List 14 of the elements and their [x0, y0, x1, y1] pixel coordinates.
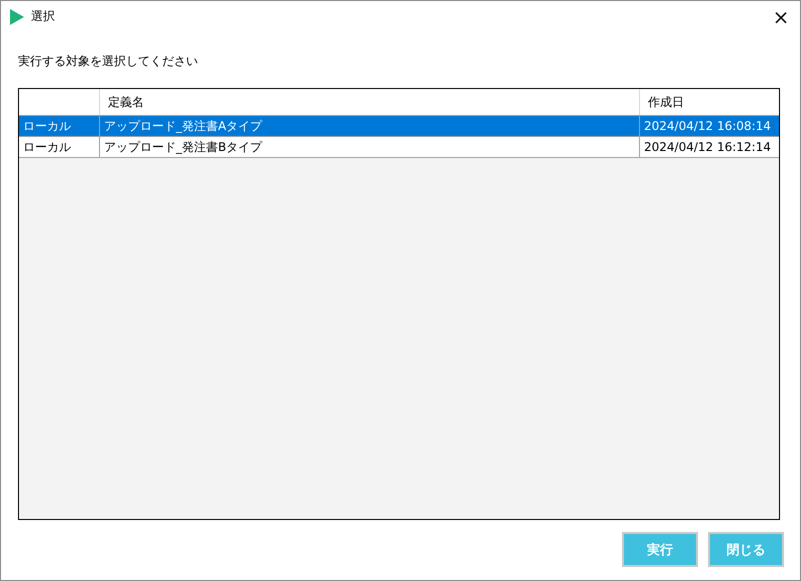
instruction-text: 実行する対象を選択してください [18, 53, 198, 69]
table-cell: 2024/04/12 16:12:14 [639, 137, 779, 157]
play-icon [10, 8, 24, 24]
table-cell-text: ローカル [22, 138, 72, 156]
close-button[interactable]: × [766, 2, 796, 32]
column-header[interactable]: 定義名 [99, 89, 639, 115]
window-title: 選択 [31, 8, 55, 25]
table-row[interactable]: ローカル アップロード_発注書Bタイプ 2024/04/12 16:12:14 [19, 137, 779, 158]
table-cell: 2024/04/12 16:08:14 [639, 116, 779, 136]
table-cell-text: ローカル [22, 118, 72, 134]
table-cell: アップロード_発注書Bタイプ [99, 137, 639, 157]
column-header[interactable]: 作成日 [639, 89, 779, 115]
table-cell: アップロード_発注書Aタイプ [99, 116, 639, 136]
table-row[interactable]: ローカル アップロード_発注書Aタイプ 2024/04/12 16:08:14 [19, 116, 779, 137]
